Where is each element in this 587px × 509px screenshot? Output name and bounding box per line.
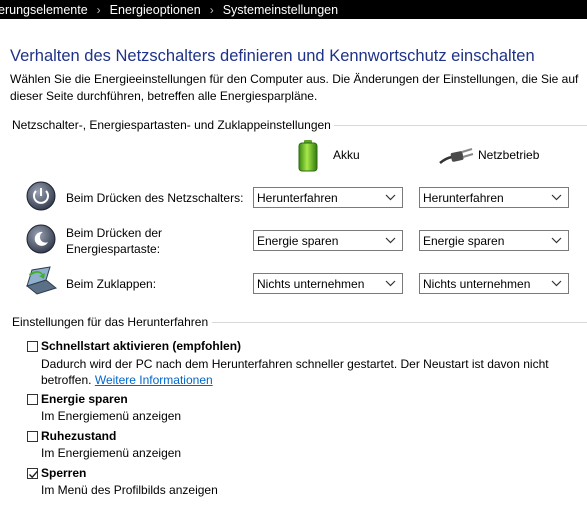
lid-battery-select[interactable]: Nichts unternehmen — [253, 273, 403, 294]
column-battery-label: Akku — [333, 148, 360, 162]
sleep-button-power-value: Energie sparen — [423, 234, 505, 248]
fast-startup-label[interactable]: Schnellstart aktivieren (empfohlen) — [41, 339, 241, 353]
sleep-button-battery-select[interactable]: Energie sparen — [253, 230, 403, 251]
power-button-power-select[interactable]: Herunterfahren — [419, 187, 569, 208]
page-title: Verhalten des Netzschalters definieren u… — [10, 47, 535, 65]
hibernate-option-checkbox[interactable] — [27, 431, 38, 442]
sleep-option-label[interactable]: Energie sparen — [41, 392, 128, 406]
power-button-battery-value: Herunterfahren — [257, 191, 338, 205]
section-title-buttons: Netzschalter-, Energiespartasten- und Zu… — [12, 118, 331, 132]
power-button-icon — [26, 181, 56, 211]
chevron-down-icon — [551, 280, 562, 287]
sleep-button-icon — [26, 224, 56, 254]
lid-power-value: Nichts unternehmen — [423, 277, 531, 291]
page-description: Wählen Sie die Energieeinstellungen für … — [10, 72, 579, 103]
power-button-power-value: Herunterfahren — [423, 191, 504, 205]
sleep-button-power-select[interactable]: Energie sparen — [419, 230, 569, 251]
breadcrumb-separator-icon: › — [96, 2, 101, 17]
sleep-option-description: Im Energiemenü anzeigen — [41, 409, 182, 423]
section-divider — [334, 125, 587, 126]
more-info-link[interactable]: Weitere Informationen — [95, 373, 213, 387]
lock-option-checkbox[interactable] — [27, 468, 39, 479]
lock-option-label[interactable]: Sperren — [41, 466, 86, 480]
power-button-battery-select[interactable]: Herunterfahren — [253, 187, 403, 208]
row-label-sleep-button: Beim Drücken der Energiespartaste: — [66, 226, 163, 256]
row-label-lid: Beim Zuklappen: — [66, 277, 157, 291]
power-plug-icon — [438, 146, 474, 166]
chevron-down-icon — [385, 280, 396, 287]
row-label-power-button: Beim Drücken des Netzschalters: — [66, 191, 244, 205]
checkmark-icon — [29, 470, 39, 479]
chevron-down-icon — [551, 237, 562, 244]
chevron-down-icon — [551, 194, 562, 201]
hibernate-option-label[interactable]: Ruhezustand — [41, 429, 116, 443]
sleep-button-battery-value: Energie sparen — [257, 234, 339, 248]
sleep-option-checkbox[interactable] — [27, 394, 38, 405]
battery-icon — [298, 140, 318, 172]
breadcrumb-item-control-panel[interactable]: erungselemente — [0, 3, 88, 17]
section-title-shutdown: Einstellungen für das Herunterfahren — [12, 315, 209, 329]
section-divider — [212, 322, 587, 323]
fast-startup-checkbox[interactable] — [27, 341, 38, 352]
breadcrumb-separator-icon: › — [209, 2, 214, 17]
lid-battery-value: Nichts unternehmen — [257, 277, 365, 291]
lid-power-select[interactable]: Nichts unternehmen — [419, 273, 569, 294]
hibernate-option-description: Im Energiemenü anzeigen — [41, 446, 182, 460]
chevron-down-icon — [385, 237, 396, 244]
chevron-down-icon — [385, 194, 396, 201]
breadcrumb-item-system-settings[interactable]: Systemeinstellungen — [223, 3, 338, 17]
lock-option-description: Im Menü des Profilbilds anzeigen — [41, 483, 218, 497]
breadcrumb: erungselemente › Energieoptionen › Syste… — [0, 0, 587, 19]
fast-startup-description: Dadurch wird der PC nach dem Herunterfah… — [41, 356, 576, 388]
laptop-lid-icon — [24, 266, 58, 296]
column-power-label: Netzbetrieb — [478, 148, 540, 162]
breadcrumb-item-energy-options[interactable]: Energieoptionen — [110, 3, 201, 17]
